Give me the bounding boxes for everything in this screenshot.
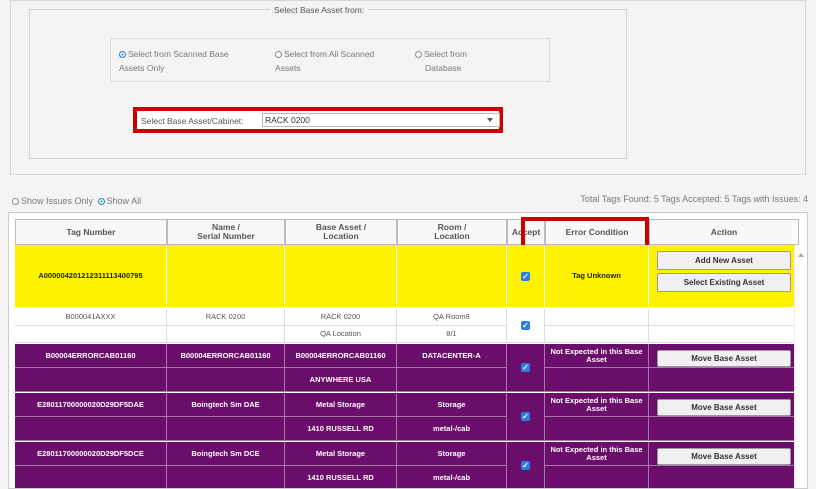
col-base-asset-location[interactable]: Base Asset / Location xyxy=(285,219,397,245)
error-condition-cell: Not Expected in this Base Asset xyxy=(545,393,649,417)
error-condition-cell-sub xyxy=(545,368,649,392)
base-location-cell: QA Location xyxy=(285,326,397,343)
accept-checkbox[interactable]: ✓ xyxy=(521,321,530,330)
accept-cell: ✓ xyxy=(507,393,545,441)
cabinet-select-label: Select Base Asset/Cabinet: xyxy=(141,116,244,126)
tag-number-cell-sub xyxy=(15,466,167,488)
base-location-cell: 1410 RUSSELL RD xyxy=(285,417,397,441)
base-asset-panel: Select Base Asset from: Select from Scan… xyxy=(10,0,806,175)
accept-checkbox[interactable]: ✓ xyxy=(521,412,530,421)
base-asset-cell: RACK 0200 xyxy=(285,309,397,326)
tag-number-cell-sub xyxy=(15,417,167,441)
error-condition-cell-sub xyxy=(545,466,649,488)
scroll-up-icon[interactable] xyxy=(798,253,804,257)
name-serial-cell-sub xyxy=(167,368,285,392)
radio-scanned-base-assets[interactable]: Select from Scanned Base Assets Only xyxy=(119,47,229,75)
chevron-down-icon[interactable] xyxy=(487,118,493,122)
move-base-assetbutton-button[interactable]: Move Base Asset xyxy=(657,448,791,465)
base-asset-cell xyxy=(285,245,397,307)
base-asset-source-radio-group: Select from Scanned Base Assets Only Sel… xyxy=(110,38,550,82)
move-base-assetbutton-button[interactable]: Move Base Asset xyxy=(657,350,791,367)
base-location-cell: ANYWHERE USA xyxy=(285,368,397,392)
error-condition-cell: Not Expected in this Base Asset xyxy=(545,442,649,466)
room-cell: DATACENTER-A xyxy=(397,344,507,368)
error-condition-cell: Not Expected in this Base Asset xyxy=(545,344,649,368)
error-condition-cell-sub xyxy=(545,417,649,441)
room-location-cell: 8/1 xyxy=(397,326,507,343)
cabinet-select-dropdown[interactable]: RACK 0200 xyxy=(262,113,500,127)
tag-number-cell-sub xyxy=(15,326,167,343)
error-condition-cell xyxy=(545,309,649,326)
accept-cell: ✓ xyxy=(507,442,545,488)
tag-number-cell-sub xyxy=(15,368,167,392)
accept-cell: ✓ xyxy=(507,245,545,307)
table-row: A0000042012123111134007​95 ✓ Tag Unknown Ad… xyxy=(15,245,799,307)
name-serial-cell-sub xyxy=(167,466,285,488)
accept-checkbox[interactable]: ✓ xyxy=(521,271,530,281)
accept-cell: ✓ xyxy=(507,344,545,392)
name-serial-cell xyxy=(167,245,285,307)
base-asset-cell: Metal Storage xyxy=(285,393,397,417)
show-all-label: Show All xyxy=(106,196,142,206)
error-condition-cell-sub xyxy=(545,326,649,343)
name-serial-cell: Boingtech Sm DCE xyxy=(167,442,285,466)
cabinet-select-highlight: Select Base Asset/Cabinet: RACK 0200 xyxy=(133,107,503,133)
name-serial-cell: B00004ERRORCAB01160 xyxy=(167,344,285,368)
tag-totals: Total Tags Found: 5 Tags Accepted: 5 Tag… xyxy=(580,194,808,204)
table-row: E28011700000020D29DF5DCE Boingtech Sm DCE… xyxy=(15,442,799,488)
col-name-serial[interactable]: Name / Serial Number xyxy=(167,219,285,245)
radio-unselected-icon[interactable] xyxy=(275,51,282,58)
room-location-cell: metal-/cab xyxy=(397,466,507,488)
tag-number-cell: B000041AXXX xyxy=(15,309,167,326)
radio-show-issues-only[interactable] xyxy=(12,198,19,205)
accept-checkbox[interactable]: ✓ xyxy=(521,461,530,470)
tags-table: Tag Number Name / Serial Number Base Ass… xyxy=(8,212,808,489)
base-asset-cell: Metal Storage xyxy=(285,442,397,466)
move-base-assetbutton-button[interactable]: Move Base Asset xyxy=(657,399,791,416)
room-cell: Storage xyxy=(397,442,507,466)
action-cell-sub xyxy=(649,417,799,441)
error-condition-cell: Tag Unknown xyxy=(545,245,649,307)
col-tag-number[interactable]: Tag Number xyxy=(15,219,167,245)
tag-number-cell: E28011700000020D29DF5DCE xyxy=(15,442,167,466)
tag-number-cell: B00004ERRORCAB01160 xyxy=(15,344,167,368)
base-asset-source-legend: Select Base Asset from: xyxy=(270,5,369,15)
select-existing-assetbutton-button[interactable]: Select Existing Asset xyxy=(657,273,791,292)
base-asset-source-fieldset: Select Base Asset from: Select from Scan… xyxy=(29,5,627,159)
action-cell-sub xyxy=(649,368,799,392)
room-cell: QA Room8 xyxy=(397,309,507,326)
base-asset-cell: B00004ERRORCAB01160 xyxy=(285,344,397,368)
radio-selected-icon[interactable] xyxy=(119,51,126,58)
base-location-cell: 1410 RUSSELL RD xyxy=(285,466,397,488)
show-issues-only-label: Show Issues Only xyxy=(21,196,94,206)
action-cell-sub xyxy=(649,466,799,488)
table-row: B00004ERRORCAB01160 B00004ERRORCAB01160 B0… xyxy=(15,344,799,392)
table-row: B000041AXXX RACK 0200 RACK 0200 QA Location… xyxy=(15,309,799,343)
name-serial-cell: Boingtech Sm DAE xyxy=(167,393,285,417)
radio-all-scanned-assets[interactable]: Select from All Scanned Assets xyxy=(275,47,374,75)
action-cell-sub xyxy=(649,326,799,343)
radio-database[interactable]: Select from Database xyxy=(415,47,467,75)
table-header: Tag Number Name / Serial Number Base Ass… xyxy=(15,219,799,245)
filter-radio-group: Show Issues Only Show All xyxy=(12,196,141,206)
col-room-location[interactable]: Room / Location xyxy=(397,219,507,245)
tag-number-cell: E28011700000020D29DF5DAE xyxy=(15,393,167,417)
accept-checkbox[interactable]: ✓ xyxy=(521,363,530,372)
vertical-scrollbar[interactable] xyxy=(794,245,807,488)
radio-unselected-icon[interactable] xyxy=(415,51,422,58)
accept-cell: ✓ xyxy=(507,309,545,343)
action-cell xyxy=(649,309,799,326)
name-serial-cell: RACK 0200 xyxy=(167,309,285,326)
name-serial-cell-sub xyxy=(167,417,285,441)
room-location-cell xyxy=(397,368,507,392)
radio-show-all[interactable] xyxy=(97,198,105,205)
name-serial-cell-sub xyxy=(167,326,285,343)
add-new-assetbutton-button[interactable]: Add New Asset xyxy=(657,251,791,270)
room-cell: Storage xyxy=(397,393,507,417)
room-cell xyxy=(397,245,507,307)
col-action[interactable]: Action xyxy=(649,219,799,245)
table-row: E28011700000020D29DF5DAE Boingtech Sm DAE… xyxy=(15,393,799,441)
room-location-cell: metal-/cab xyxy=(397,417,507,441)
tag-number-cell: A0000042012123111134007​95 xyxy=(15,245,167,307)
